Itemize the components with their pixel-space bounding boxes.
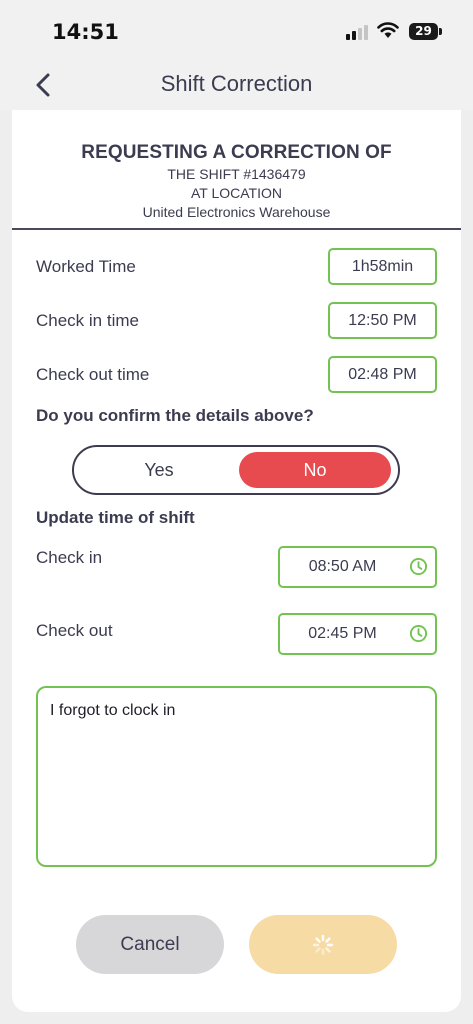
update-check-out-label: Check out [36,621,113,640]
check-out-time-picker-value: 02:45 PM [308,625,377,642]
confirm-question: Do you confirm the details above? [36,406,314,425]
check-in-time-picker[interactable]: 08:50 AM [278,546,437,588]
location-caption: AT LOCATION [190,185,282,201]
worked-time-value: 1h58min [328,248,437,285]
confirm-yes-option[interactable]: Yes [78,452,240,488]
check-out-time-label: Check out time [36,365,150,384]
cellular-signal-icon [346,24,370,40]
worked-time-label: Worked Time [36,257,136,276]
status-bar: 14:51 29 [0,0,473,62]
header-divider [12,228,461,230]
nav-bar: Shift Correction [0,62,473,110]
shift-number: THE SHIFT #1436479 [167,166,306,182]
shift-correction-card: REQUESTING A CORRECTION OF THE SHIFT #14… [12,110,461,1012]
check-in-time-value: 12:50 PM [328,302,437,339]
worked-time-row: Worked Time 1h58min [36,248,437,286]
check-in-time-label: Check in time [36,311,139,330]
clock-icon [409,624,428,643]
request-header: REQUESTING A CORRECTION OF THE SHIFT #14… [12,142,461,221]
update-time-title: Update time of shift [36,508,195,527]
submit-button[interactable] [249,915,397,974]
check-in-time-picker-value: 08:50 AM [308,558,377,575]
loading-spinner-icon [312,934,334,956]
check-out-time-row: Check out time 02:48 PM [36,356,437,394]
cancel-button[interactable]: Cancel [76,915,224,974]
comment-textarea[interactable]: I forgot to clock in [36,686,437,867]
status-time: 14:51 [52,20,119,44]
confirm-toggle: Yes No [72,445,400,495]
confirm-no-option[interactable]: No [239,452,391,488]
page-title: Shift Correction [160,71,313,96]
request-title: REQUESTING A CORRECTION OF [81,142,392,163]
clock-icon [409,557,428,576]
update-check-in-label: Check in [36,548,103,567]
location-name: United Electronics Warehouse [142,204,331,220]
battery-icon: 29 [409,23,442,40]
check-out-time-value: 02:48 PM [328,356,437,393]
wifi-icon [377,22,399,38]
check-in-time-row: Check in time 12:50 PM [36,302,437,340]
check-out-time-picker[interactable]: 02:45 PM [278,613,437,655]
